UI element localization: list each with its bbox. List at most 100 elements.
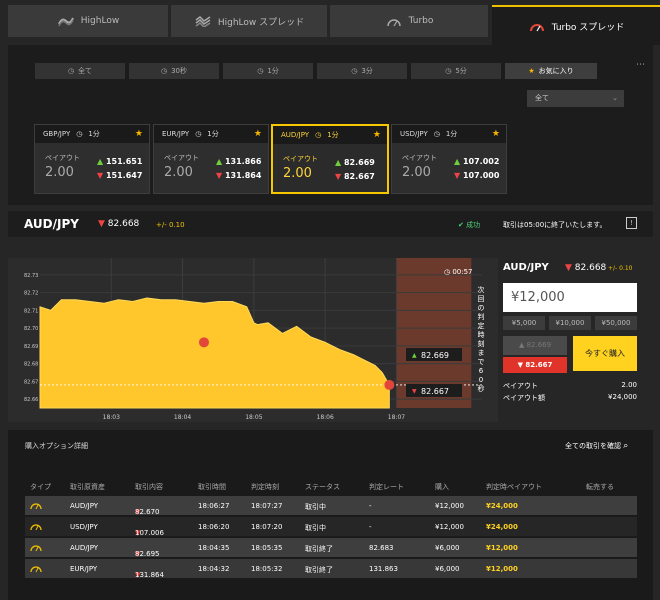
low-rate-label: 82.667 [421, 387, 449, 396]
next-judgement-text-char: 6 [479, 367, 484, 375]
turbo-gauge-icon [386, 19, 401, 27]
down-arrow-icon: ▼ [517, 361, 523, 369]
high-button[interactable]: ▲ 82.669 [503, 336, 567, 355]
trade-marker [198, 337, 209, 348]
payout-amount-row: ペイアウト額 ¥24,000 [503, 393, 637, 402]
preset-5000-button[interactable]: ¥5,000 [503, 316, 545, 330]
table-row[interactable]: AUD/JPY ▼ 82.670 18:06:27 18:07:27 取引中 -… [25, 496, 637, 516]
down-arrow-icon: ▼ [97, 171, 104, 180]
x-tick-label: 18:04 [174, 414, 191, 421]
card-pair: GBP/JPY [43, 130, 71, 138]
next-judgement-text-char: 0 [479, 376, 483, 384]
down-arrow-icon: ▼ [216, 171, 223, 180]
panel-change: +/- 0.10 [608, 265, 633, 272]
col-header: 取引原資産 [70, 483, 105, 491]
turbo-gauge-icon [30, 545, 42, 552]
check-icon: ✔ [458, 221, 464, 229]
next-judgement-text-char: で [478, 358, 485, 366]
tab-turbo-spread[interactable]: Turbo スプレッド [492, 5, 660, 45]
up-arrow-icon: ▲ [335, 158, 342, 167]
col-header: 判定時ペイアウト [486, 483, 542, 491]
x-tick-label: 18:07 [388, 414, 405, 421]
amount-input[interactable]: ¥12,000 [503, 283, 637, 312]
info-icon[interactable]: ! [626, 217, 637, 229]
filter-favorites[interactable]: ★ お気に入り [505, 63, 597, 79]
down-arrow-icon: ▼ [335, 172, 342, 181]
tab-highlow[interactable]: HighLow [8, 5, 168, 37]
y-tick-label: 82.70 [24, 326, 38, 332]
more-menu-icon[interactable]: ⋯ [636, 60, 645, 70]
turbo-gauge-icon [30, 524, 42, 531]
panel-rate: ▼ 82.668 [565, 263, 607, 273]
check-all-trades-link[interactable]: 全ての取引を確認 ⌕ [565, 441, 628, 451]
card-pair: AUD/JPY [281, 131, 310, 139]
card-pair: EUR/JPY [162, 130, 190, 138]
tab-label: Turbo スプレッド [551, 22, 625, 33]
tab-highlow-spread[interactable]: HighLow スプレッド [171, 5, 327, 37]
buy-now-button[interactable]: 今すぐ購入 [573, 336, 637, 371]
card-pair: USD/JPY [400, 130, 428, 138]
up-arrow-icon: ▲ [518, 341, 525, 349]
down-arrow-icon: ▼ [565, 263, 572, 273]
y-tick-label: 82.68 [24, 362, 38, 368]
table-row[interactable]: USD/JPY ▼ 107.006 18:06:20 18:07:20 取引中 … [25, 517, 637, 537]
clock-icon: ◷ [257, 67, 264, 75]
next-judgement-text-char: ま [478, 349, 485, 357]
up-arrow-icon: ▲ [97, 157, 104, 166]
next-judgement-text-char: 刻 [478, 339, 485, 348]
down-arrow-icon: ▼ [98, 219, 105, 229]
pair-card-usdjpy[interactable]: USD/JPY ◷ 1分 ★ ペイアウト 2.00 ▲ 107.002 ▼ 107.… [391, 124, 507, 194]
col-header: 取引時間 [198, 483, 226, 491]
tab-label: Turbo [408, 16, 434, 26]
col-header: 判定時刻 [251, 483, 279, 491]
favorite-star-icon[interactable]: ★ [135, 129, 143, 139]
clock-icon: ◷ [315, 131, 322, 139]
filter-30s[interactable]: ◷ 30秒 [129, 63, 219, 79]
col-header: タイプ [30, 483, 51, 491]
next-judgement-text-char: 定 [478, 321, 485, 330]
trading-app: HighLow HighLow スプレッド Turbo Turbo スプレッド … [0, 0, 660, 600]
pair-card-gbpjpy[interactable]: GBP/JPY ◷ 1分 ★ ペイアウト 2.00 ▲ 151.651 ▼ 151.… [34, 124, 150, 194]
card-payout: 2.00 [45, 165, 74, 180]
high-arrow-icon: ▲ [412, 352, 417, 359]
filter-5m[interactable]: ◷ 5分 [411, 63, 501, 79]
filter-1m[interactable]: ◷ 1分 [223, 63, 313, 79]
pair-card-audjpy[interactable]: AUD/JPY ◷ 1分 ★ ペイアウト 2.00 ▲ 82.669 ▼ 82.66… [271, 124, 389, 194]
table-row[interactable]: EUR/JPY ▼ 131.864 18:04:32 18:05:32 取引終了… [25, 559, 637, 579]
asset-dropdown[interactable]: 全て ⌄ [527, 90, 624, 107]
highlow-icon [57, 17, 74, 27]
pair-card-eurjpy[interactable]: EUR/JPY ◷ 1分 ★ ペイアウト 2.00 ▲ 131.866 ▼ 131.… [153, 124, 269, 194]
y-tick-label: 82.73 [24, 273, 38, 279]
y-tick-label: 82.71 [24, 308, 38, 314]
price-chart: 18:03 18:04 18:05 18:06 18:07 82.73 82.72 82.71… [8, 258, 498, 422]
clock-icon: ◷ [433, 130, 440, 138]
chevron-down-icon: ⌄ [612, 94, 618, 102]
up-arrow-icon: ▲ [216, 157, 223, 166]
trade-marker [384, 379, 395, 390]
y-tick-label: 82.66 [24, 397, 38, 403]
preset-10000-button[interactable]: ¥10,000 [549, 316, 591, 330]
clock-icon: ◷ [67, 67, 75, 75]
favorite-star-icon[interactable]: ★ [492, 129, 500, 139]
up-arrow-icon: ▲ [454, 157, 461, 166]
tab-turbo[interactable]: Turbo [330, 5, 488, 37]
favorite-star-icon[interactable]: ★ [254, 129, 262, 139]
clock-icon: ◷ [351, 67, 358, 75]
x-tick-label: 18:06 [317, 414, 334, 421]
low-arrow-icon: ▼ [412, 388, 417, 395]
filter-3m[interactable]: ◷ 3分 [317, 63, 407, 79]
table-row[interactable]: AUD/JPY ▼ 82.695 18:04:35 18:05:35 取引終了 … [25, 538, 637, 558]
low-button[interactable]: ▼ 82.667 [503, 357, 567, 373]
price-area-series [39, 297, 390, 409]
preset-50000-button[interactable]: ¥50,000 [595, 316, 637, 330]
page-title: AUD/JPY [24, 217, 79, 231]
col-header: 判定レート [369, 483, 404, 491]
tab-label: HighLow [80, 16, 120, 26]
filter-all[interactable]: ◷ 全て [35, 63, 125, 79]
highlow-spread-icon [195, 16, 211, 27]
price-chart-svg: 18:03 18:04 18:05 18:06 18:07 82.73 82.72 82.71… [24, 258, 485, 421]
turbo-gauge-icon [30, 566, 42, 573]
clock-icon: ◷ [195, 130, 202, 138]
next-judgement-text-char: 次 [478, 285, 485, 294]
favorite-star-icon[interactable]: ★ [373, 130, 381, 140]
